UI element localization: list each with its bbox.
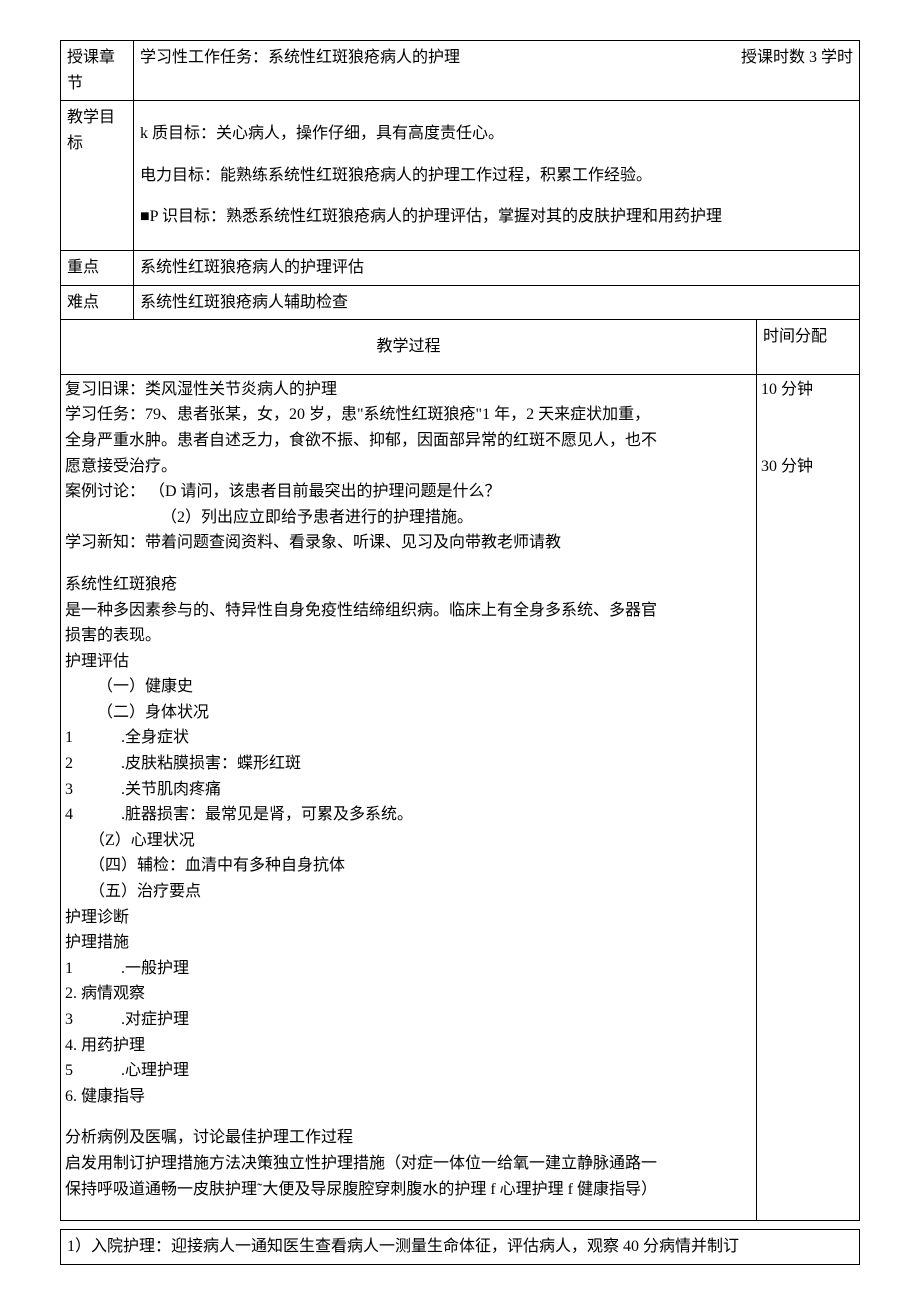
assess-item-5: （五）治疗要点: [65, 879, 752, 905]
difficulty-label: 难点: [61, 285, 134, 320]
lesson-plan-table: 授课章节 学习性工作任务：系统性红斑狼疮病人的护理 授课时数 3 学时 教学目标…: [60, 40, 860, 1221]
process-content: 复习旧课：类风湿性关节炎病人的护理 学习任务：79、患者张某，女，20 岁，患"…: [61, 374, 757, 1220]
case-line-2: （2）列出应立即给予患者进行的护理措施。: [65, 505, 752, 531]
body-status-item: 3.关节肌肉疼痛: [65, 777, 752, 803]
hours-text: 授课时数 3 学时: [741, 45, 853, 71]
objective-quality: k 质目标：关心病人，操作仔细，具有高度责任心。: [140, 121, 853, 147]
case-line-1: 案例讨论： （D 请问，该患者目前最突出的护理问题是什么？: [65, 479, 752, 505]
assess-item-z: （Z）心理状况: [65, 828, 752, 854]
objective-ability: 电力目标：能熟练系统性红斑狼疮病人的护理工作过程，积累工作经验。: [140, 163, 853, 189]
disease-desc-2: 损害的表现。: [65, 623, 752, 649]
disease-desc-1: 是一种多因素参与的、特异性自身免疫性结缔组织病。临床上有全身多系统、多器官: [65, 598, 752, 624]
measure-item-2: 2. 病情观察: [65, 981, 752, 1007]
analysis-line: 分析病例及医嘱，讨论最佳护理工作过程: [65, 1125, 752, 1151]
task-line-2: 全身严重水肿。患者自述乏力，食欲不振、抑郁，因面部异常的红斑不愿见人，也不: [65, 428, 752, 454]
assess-item-2: （二）身体状况: [65, 700, 752, 726]
chapter-label: 授课章节: [61, 41, 134, 101]
task-line-3: 愿意接受治疗。: [65, 454, 752, 480]
assess-title: 护理评估: [65, 649, 752, 675]
review-line: 复习旧课：类风湿性关节炎病人的护理: [65, 377, 752, 403]
measure-item-1: 1 .一般护理: [65, 956, 752, 982]
body-status-item: 2.皮肤粘膜损害：蝶形红斑: [65, 751, 752, 777]
measure-item-5: 5 .心理护理: [65, 1058, 752, 1084]
dx-title: 护理诊断: [65, 905, 752, 931]
body-status-item: 1.全身症状: [65, 725, 752, 751]
newlearn-line: 学习新知：带着问题查阅资料、看录象、听课、见习及向带教老师请教: [65, 530, 752, 556]
time-header: 时间分配: [757, 320, 860, 375]
assess-item-1: （一）健康史: [65, 674, 752, 700]
chapter-content-cell: 学习性工作任务：系统性红斑狼疮病人的护理 授课时数 3 学时: [134, 41, 860, 101]
appendix-table: 1）入院护理：迎接病人一通知医生查看病人一测量生命体征，评估病人，观察 40 分…: [60, 1229, 860, 1265]
measure-item-3: 3 .对症护理: [65, 1007, 752, 1033]
objective-knowledge: ■P 识目标：熟悉系统性红斑狼疮病人的护理评估，掌握对其的皮肤护理和用药护理: [140, 204, 853, 230]
measure-title: 护理措施: [65, 930, 752, 956]
objectives-content: k 质目标：关心病人，操作仔细，具有高度责任心。 电力目标：能熟练系统性红斑狼疮…: [134, 101, 860, 251]
process-header: 教学过程: [61, 320, 757, 375]
time-column: 10 分钟 30 分钟: [757, 374, 860, 1220]
keypoint-text: 系统性红斑狼疮病人的护理评估: [134, 250, 860, 285]
inspire-line-2: 保持呼吸道通畅一皮肤护理˜大便及导尿腹腔穿刺腹水的护理 f 心理护理 f 健康指…: [65, 1177, 752, 1203]
time-value-1: 10 分钟: [761, 377, 855, 403]
difficulty-text: 系统性红斑狼疮病人辅助检查: [134, 285, 860, 320]
keypoint-label: 重点: [61, 250, 134, 285]
measure-item-4: 4. 用药护理: [65, 1033, 752, 1059]
inspire-line-1: 启发用制订护理措施方法决策独立性护理措施（对症一体位一给氧一建立静脉通路一: [65, 1151, 752, 1177]
objectives-label: 教学目标: [61, 101, 134, 251]
appendix-line: 1）入院护理：迎接病人一通知医生查看病人一测量生命体征，评估病人，观察 40 分…: [61, 1230, 860, 1265]
body-status-item: 4.脏器损害：最常见是肾，可累及多系统。: [65, 802, 752, 828]
measure-item-6: 6. 健康指导: [65, 1084, 752, 1110]
task-text: 学习性工作任务：系统性红斑狼疮病人的护理: [140, 45, 460, 71]
time-value-2: 30 分钟: [761, 454, 855, 480]
disease-title: 系统性红斑狼疮: [65, 572, 752, 598]
assess-item-4: （四）辅检：血清中有多种自身抗体: [65, 853, 752, 879]
task-line-1: 学习任务：79、患者张某，女，20 岁，患"系统性红斑狼疮"1 年，2 天来症状…: [65, 402, 752, 428]
